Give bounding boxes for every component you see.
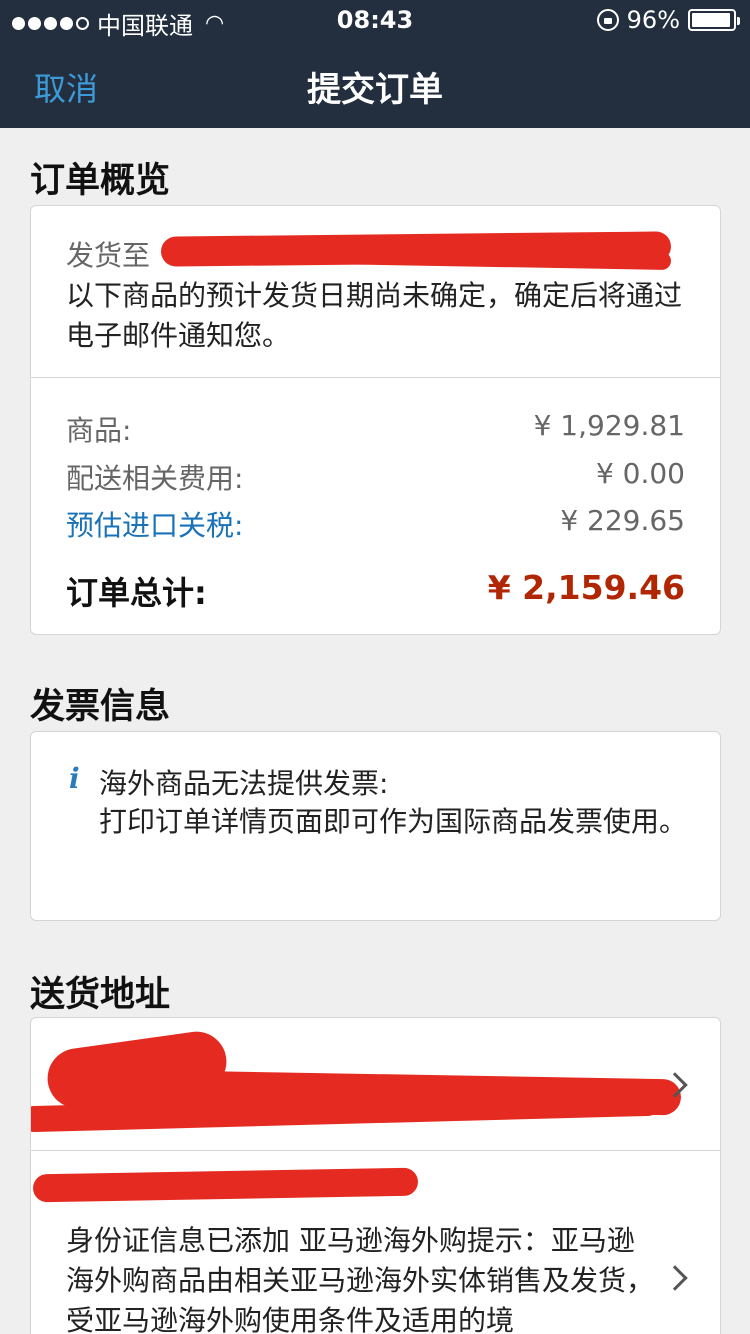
battery-icon xyxy=(688,9,740,31)
order-summary-card: 发货至 以下商品的预计发货日期尚未确定，确定后将通过电子邮件通知您。 商品: ¥… xyxy=(30,205,721,635)
chevron-right-icon xyxy=(662,1265,688,1291)
shipping-address-heading: 送货地址 xyxy=(30,975,171,1015)
id-info-row[interactable]: 身份证信息已添加 亚马逊海外购提示：亚马逊海外购商品由相关亚马逊海外实体销售及发… xyxy=(31,1151,720,1334)
divider xyxy=(31,377,720,378)
battery-percent: 96% xyxy=(626,6,680,34)
order-total-value: ¥ 2,159.46 xyxy=(487,568,685,607)
id-info-note: 身份证信息已添加 亚马逊海外购提示：亚马逊海外购商品由相关亚马逊海外实体销售及发… xyxy=(66,1224,655,1334)
items-label: 商品: xyxy=(66,414,132,447)
rotation-lock-icon xyxy=(596,9,619,31)
battery-level xyxy=(692,13,731,27)
invoice-card: i 海外商品无法提供发票: 打印订单详情页面即可作为国际商品发票使用。 xyxy=(30,731,721,921)
redaction-mark xyxy=(32,1167,419,1203)
page-title: 提交订单 xyxy=(307,70,443,110)
navigation-bar: 取消 提交订单 xyxy=(0,40,750,128)
import-duty-link[interactable]: 预估进口关税: xyxy=(66,504,243,544)
ship-to-label: 发货至 xyxy=(66,239,151,272)
order-total-label: 订单总计: xyxy=(66,574,207,612)
items-value: ¥ 1,929.81 xyxy=(533,409,685,442)
address-row[interactable] xyxy=(31,1018,720,1150)
info-icon: i xyxy=(69,762,80,795)
status-right: 96% xyxy=(596,6,740,34)
shipping-address-card: 身份证信息已添加 亚马逊海外购提示：亚马逊海外购商品由相关亚马逊海外实体销售及发… xyxy=(30,1017,721,1334)
invoice-heading: 发票信息 xyxy=(30,687,171,727)
order-summary-heading: 订单概览 xyxy=(30,161,171,201)
status-bar: 中国联通 ◠ 08:43 96% xyxy=(0,0,750,40)
shipping-date-note: 以下商品的预计发货日期尚未确定，确定后将通过电子邮件通知您。 xyxy=(66,279,683,352)
invoice-notice-body: 打印订单详情页面即可作为国际商品发票使用。 xyxy=(99,805,688,838)
shipping-fee-label: 配送相关费用: xyxy=(66,462,244,495)
invoice-notice-title: 海外商品无法提供发票: xyxy=(99,767,389,800)
shipping-fee-value: ¥ 0.00 xyxy=(595,457,685,490)
import-duty-value: ¥ 229.65 xyxy=(560,504,685,537)
